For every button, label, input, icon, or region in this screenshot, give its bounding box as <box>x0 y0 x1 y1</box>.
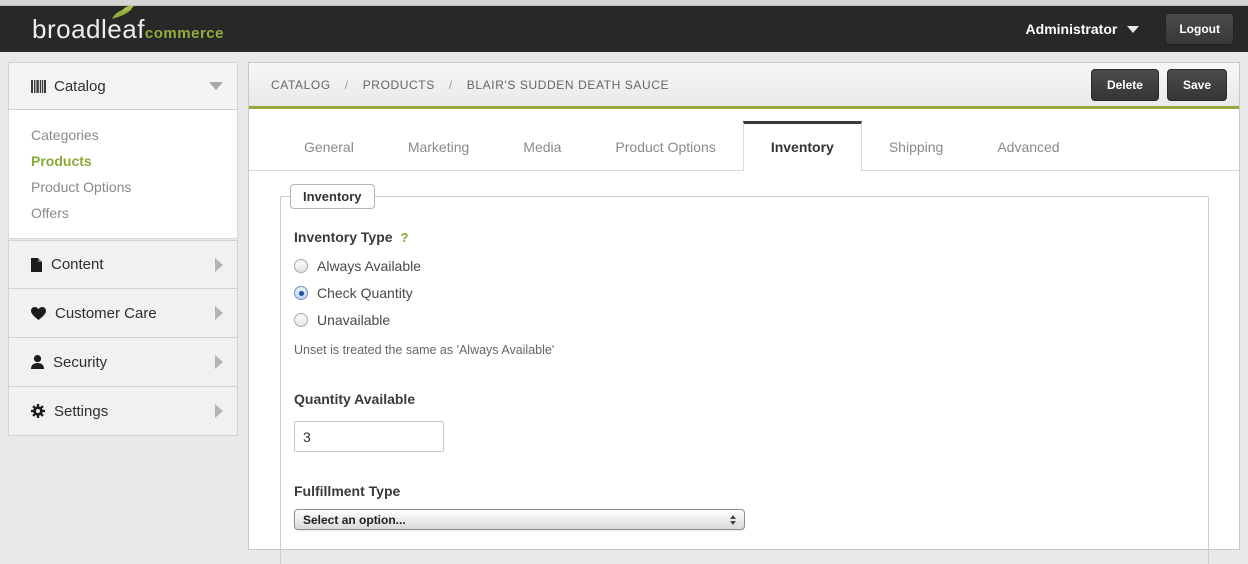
radio-always-available[interactable]: Always Available <box>294 258 1188 274</box>
radio-button-selected-icon[interactable] <box>294 286 308 300</box>
sidebar-section-label: Security <box>53 353 108 371</box>
chevron-right-icon <box>215 257 223 272</box>
sidebar-item-products[interactable]: Products <box>31 148 237 174</box>
sidebar-section-content[interactable]: Content <box>8 240 238 289</box>
radio-button-icon[interactable] <box>294 259 308 273</box>
inventory-type-field: Inventory Type? <box>294 229 1188 247</box>
barcode-icon <box>31 79 46 93</box>
breadcrumb-current-product: BLAIR'S SUDDEN DEATH SAUCE <box>466 77 670 92</box>
logo-suffix-text: commerce <box>144 24 224 42</box>
chevron-right-icon <box>215 404 223 418</box>
chevron-down-icon <box>1127 25 1140 33</box>
broadleaf-logo: broadleaf commerce <box>32 5 224 45</box>
main-panel: CATALOG / PRODUCTS / BLAIR'S SUDDEN DEAT… <box>248 62 1240 564</box>
sidebar: Catalog Categories Products Product Opti… <box>8 62 238 436</box>
tab-advanced[interactable]: Advanced <box>970 123 1086 170</box>
tab-product-options[interactable]: Product Options <box>588 123 742 170</box>
quantity-available-label: Quantity Available <box>294 391 416 407</box>
tab-media[interactable]: Media <box>496 123 588 170</box>
inventory-type-hint: Unset is treated the same as 'Always Ava… <box>294 343 555 357</box>
breadcrumb-products[interactable]: PRODUCTS <box>363 78 435 92</box>
select-value: Select an option... <box>303 512 406 527</box>
tab-marketing[interactable]: Marketing <box>381 123 496 170</box>
breadcrumb-separator: / <box>448 77 453 92</box>
user-icon <box>31 355 44 369</box>
leaf-icon <box>108 5 138 21</box>
save-button[interactable]: Save <box>1166 68 1227 101</box>
tab-inventory[interactable]: Inventory <box>742 121 862 171</box>
help-icon[interactable]: ? <box>401 230 409 245</box>
tab-bar: General Marketing Media Product Options … <box>249 121 1239 171</box>
app-header: broadleaf commerce Administrator Logout <box>0 5 1248 52</box>
radio-button-icon[interactable] <box>294 313 308 327</box>
user-menu[interactable]: Administrator <box>1026 21 1140 37</box>
chevron-down-icon <box>209 82 223 90</box>
breadcrumb-separator: / <box>344 77 349 92</box>
document-icon <box>31 257 42 272</box>
logout-button[interactable]: Logout <box>1165 13 1234 45</box>
inventory-type-label: Inventory Type <box>294 229 393 245</box>
breadcrumb-catalog[interactable]: CATALOG <box>271 78 331 92</box>
sidebar-section-customer-care[interactable]: Customer Care <box>8 289 238 338</box>
breadcrumb: CATALOG / PRODUCTS / BLAIR'S SUDDEN DEAT… <box>271 78 669 92</box>
select-updown-icon <box>730 514 736 525</box>
chevron-right-icon <box>215 306 223 320</box>
chevron-right-icon <box>215 355 223 369</box>
fieldset-legend: Inventory <box>290 184 375 209</box>
tab-general[interactable]: General <box>277 123 381 170</box>
fulfillment-type-label: Fulfillment Type <box>294 483 401 499</box>
sidebar-section-catalog[interactable]: Catalog <box>8 62 238 110</box>
quantity-available-input[interactable] <box>294 421 444 452</box>
sidebar-section-settings[interactable]: Settings <box>8 387 238 436</box>
sidebar-section-label: Settings <box>54 402 109 420</box>
sidebar-item-categories[interactable]: Categories <box>31 122 237 148</box>
radio-check-quantity[interactable]: Check Quantity <box>294 285 1188 301</box>
fulfillment-type-select[interactable]: Select an option... <box>294 509 745 530</box>
radio-unavailable[interactable]: Unavailable <box>294 312 1188 328</box>
catalog-submenu: Categories Products Product Options Offe… <box>8 110 238 239</box>
sidebar-item-offers[interactable]: Offers <box>31 200 237 226</box>
page-body: Catalog Categories Products Product Opti… <box>0 52 1248 564</box>
sidebar-item-product-options[interactable]: Product Options <box>31 174 237 200</box>
sidebar-section-security[interactable]: Security <box>8 338 238 387</box>
inventory-fieldset: Inventory Inventory Type? Always Availab… <box>280 184 1209 564</box>
tab-shipping[interactable]: Shipping <box>862 123 971 170</box>
gear-icon <box>31 404 45 418</box>
sidebar-section-label: Customer Care <box>55 304 157 322</box>
sidebar-section-label: Content <box>51 256 104 273</box>
user-menu-label: Administrator <box>1025 21 1118 37</box>
heart-icon <box>31 306 46 320</box>
sidebar-section-label: Catalog <box>54 77 106 95</box>
delete-button[interactable]: Delete <box>1090 68 1159 101</box>
breadcrumb-bar: CATALOG / PRODUCTS / BLAIR'S SUDDEN DEAT… <box>249 63 1239 109</box>
